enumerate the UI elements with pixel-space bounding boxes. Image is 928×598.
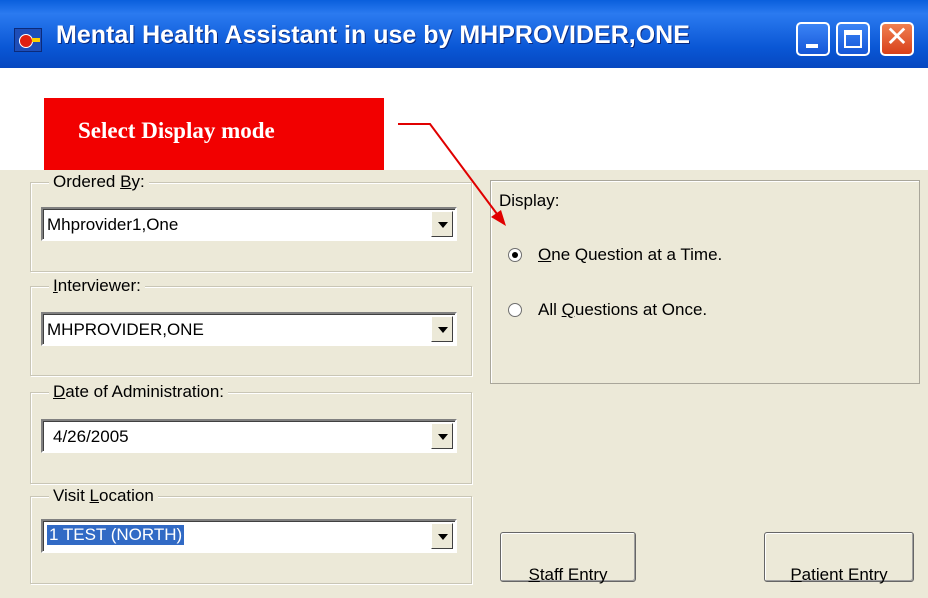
annotation-arrow — [398, 123, 506, 226]
application-window: Mental Health Assistant in use by MHPROV… — [0, 0, 928, 598]
arrow-head-icon — [491, 210, 506, 226]
arrow-line — [398, 123, 501, 219]
